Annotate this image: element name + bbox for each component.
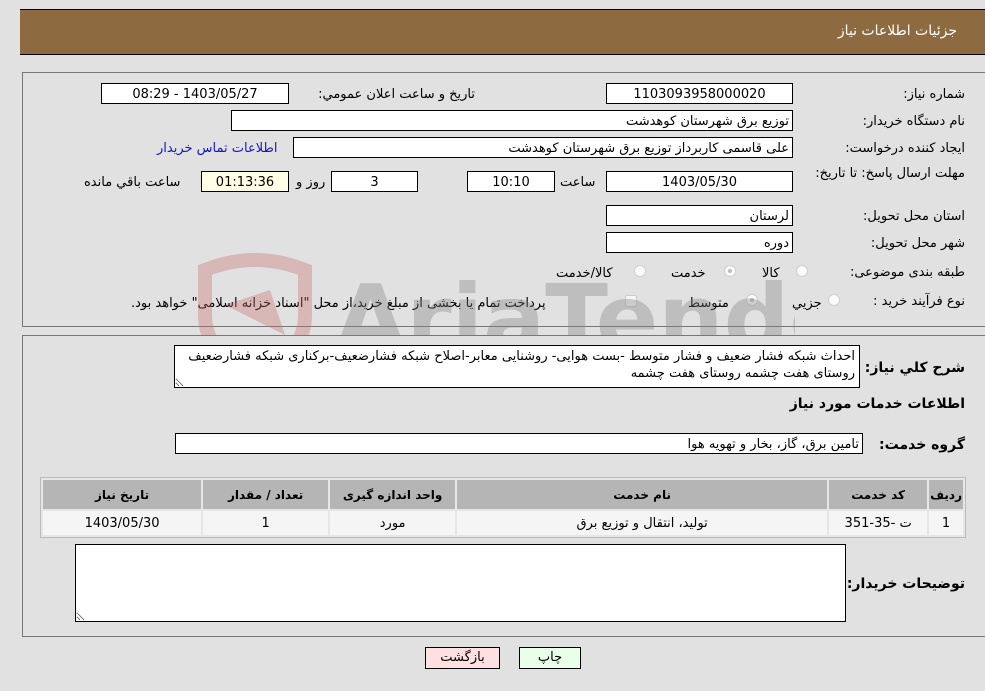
province-label: استان محل تحویل: <box>863 209 965 224</box>
buyer-contact-link[interactable]: اطلاعات تماس خريدار <box>157 141 277 156</box>
need-number-label: شماره نیاز: <box>903 87 965 102</box>
cell-row-number: 1 <box>929 511 963 535</box>
treasury-checkbox[interactable] <box>625 295 637 307</box>
page-title: جزئیات اطلاعات نیاز <box>837 23 957 39</box>
days-field: 3 <box>331 171 418 192</box>
announce-label: تاريخ و ساعت اعلان عمومي: <box>318 87 475 102</box>
deadline-time-field: 10:10 <box>467 171 555 192</box>
remaining-label: ساعت باقي مانده <box>84 175 181 190</box>
col-header-service-name: نام خدمت <box>457 480 828 509</box>
process-label: نوع فرآیند خرید : <box>873 294 965 309</box>
table-header-row: رديف کد خدمت نام خدمت واحد اندازه گيری ت… <box>43 480 963 509</box>
requester-field: علی قاسمی کاربرداز توزیع برق شهرستان کوه… <box>293 137 793 158</box>
back-button[interactable]: بازگشت <box>425 647 500 669</box>
col-header-row-number: رديف <box>929 480 963 509</box>
cell-service-code: ت -35-351 <box>829 511 928 535</box>
services-table: رديف کد خدمت نام خدمت واحد اندازه گيری ت… <box>40 477 966 538</box>
category-option-service: خدمت <box>671 266 706 281</box>
category-option-goods-service: کالا/خدمت <box>556 266 613 281</box>
city-field: دوره <box>606 232 793 253</box>
cell-unit: مورد <box>330 511 456 535</box>
service-group-label: گروه خدمت: <box>879 437 965 453</box>
process-option-medium: متوسط <box>688 296 729 311</box>
cell-need-date: 1403/05/30 <box>43 511 202 535</box>
treasury-note: پرداخت تمام یا بخشی از مبلغ خرید،از محل … <box>131 296 546 311</box>
col-header-need-date: تاريخ نياز <box>43 480 202 509</box>
buyer-org-field: توزیع برق شهرستان کوهدشت <box>231 110 793 131</box>
cell-service-name: تولید، انتقال و توزیع برق <box>457 511 828 535</box>
col-header-quantity: تعداد / مقدار <box>203 480 329 509</box>
city-label: شهر محل تحویل: <box>870 236 965 251</box>
process-radio-minor[interactable] <box>828 294 840 306</box>
cell-quantity: 1 <box>203 511 329 535</box>
col-header-unit: واحد اندازه گيری <box>330 480 456 509</box>
category-radio-goods-service[interactable] <box>634 265 646 277</box>
deadline-date-field: 1403/05/30 <box>606 171 793 192</box>
remaining-time-field: 01:13:36 <box>201 171 289 192</box>
buyer-notes-label: توضيحات خريدار: <box>846 576 965 592</box>
deadline-time-label: ساعت <box>560 175 596 190</box>
buyer-notes-textarea[interactable] <box>75 544 846 622</box>
category-radio-goods[interactable] <box>796 265 808 277</box>
province-field: لرستان <box>606 205 793 226</box>
print-button[interactable]: چاپ <box>519 647 581 669</box>
process-radio-medium[interactable] <box>746 294 758 306</box>
deadline-label: مهلت ارسال پاسخ: تا تاریخ: <box>815 166 965 181</box>
announce-datetime-field: 1403/05/27 - 08:29 <box>101 83 289 104</box>
description-label: شرح کلي نياز: <box>864 360 965 376</box>
category-radio-service[interactable] <box>724 265 736 277</box>
category-label: طبقه بندی موضوعی: <box>849 265 965 280</box>
col-header-service-code: کد خدمت <box>829 480 928 509</box>
page-header: جزئیات اطلاعات نیاز <box>20 9 985 55</box>
services-heading: اطلاعات خدمات مورد نياز <box>789 396 965 412</box>
days-label: روز و <box>296 175 326 190</box>
service-group-field: تامین برق، گاز، بخار و تهویه هوا <box>175 433 863 454</box>
category-option-goods: کالا <box>762 266 780 281</box>
requester-label: ایجاد کننده درخواست: <box>845 141 965 156</box>
need-number-field: 1103093958000020 <box>606 83 793 104</box>
process-option-minor: جزيي <box>792 296 822 311</box>
buyer-org-label: نام دستگاه خريدار: <box>862 114 965 129</box>
description-textarea[interactable]: احداث شبکه فشار ضعیف و فشار متوسط -بست ه… <box>174 345 860 388</box>
table-row: 1 ت -35-351 تولید، انتقال و توزیع برق مو… <box>43 511 963 535</box>
